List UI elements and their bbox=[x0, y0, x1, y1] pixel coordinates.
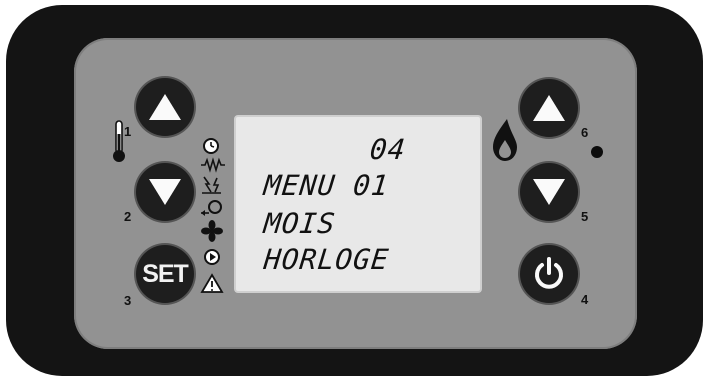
status-led bbox=[591, 146, 603, 158]
down-button-5[interactable] bbox=[520, 163, 578, 221]
power-button-4[interactable] bbox=[520, 245, 578, 303]
display-line-3: MOIS bbox=[262, 207, 338, 240]
resistor-icon bbox=[201, 157, 225, 173]
fan-icon bbox=[201, 220, 223, 242]
button-number-6: 6 bbox=[581, 125, 589, 140]
spark-icon bbox=[202, 176, 221, 194]
set-label: SET bbox=[142, 259, 189, 288]
up-button-1[interactable] bbox=[136, 78, 194, 136]
arrow-down-icon bbox=[149, 179, 181, 205]
button-number-5: 5 bbox=[581, 209, 589, 224]
play-icon bbox=[204, 249, 220, 265]
status-icons bbox=[199, 137, 227, 301]
down-button-2[interactable] bbox=[136, 163, 194, 221]
arrow-up-icon bbox=[149, 94, 181, 120]
lcd-display: 04 MENU 01 MOIS HORLOGE bbox=[234, 115, 482, 293]
set-button-3[interactable]: SET bbox=[136, 245, 194, 303]
button-number-1: 1 bbox=[124, 124, 132, 139]
up-button-6[interactable] bbox=[520, 79, 578, 137]
clock-icon bbox=[203, 138, 219, 154]
display-line-2: MENU 01 bbox=[262, 169, 391, 202]
arrow-down-icon bbox=[533, 179, 565, 205]
flame-icon bbox=[491, 118, 519, 166]
arrow-up-icon bbox=[533, 95, 565, 121]
chrono-icon bbox=[201, 200, 222, 216]
button-number-4: 4 bbox=[581, 292, 589, 307]
warning-icon bbox=[200, 273, 224, 293]
display-line-4: HORLOGE bbox=[262, 243, 391, 276]
display-line-1: 04 bbox=[368, 133, 408, 166]
button-number-3: 3 bbox=[124, 293, 132, 308]
power-icon bbox=[535, 257, 563, 289]
button-number-2: 2 bbox=[124, 209, 132, 224]
